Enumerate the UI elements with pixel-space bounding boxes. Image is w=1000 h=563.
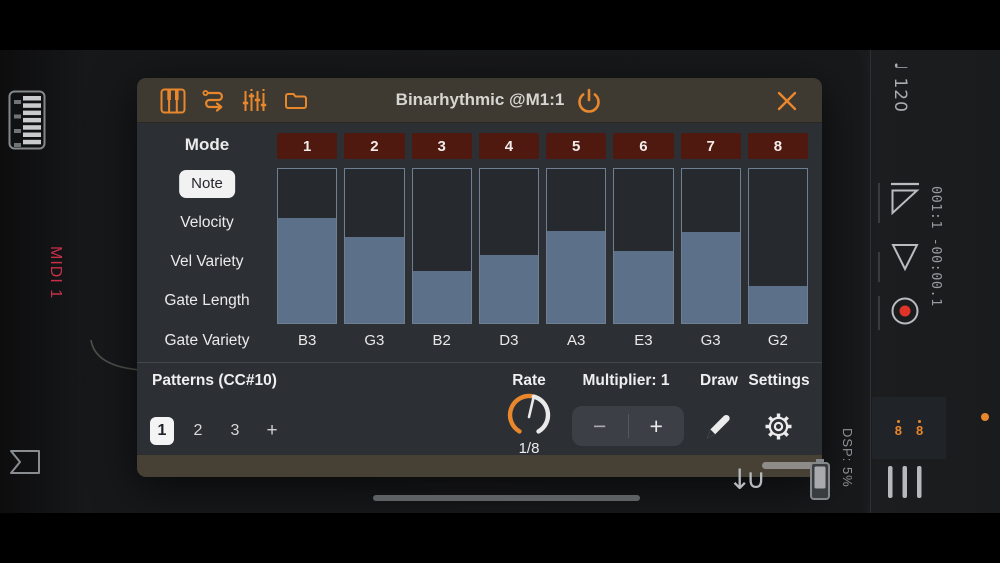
plugin-title: Binarhythmic @M1:1 xyxy=(395,90,565,109)
step-note-label: B2 xyxy=(432,332,451,349)
battery-icon xyxy=(810,459,830,500)
multiplier-minus-button[interactable]: − xyxy=(572,408,628,444)
add-pattern-button[interactable]: + xyxy=(259,417,285,445)
draw-label: Draw xyxy=(700,372,738,389)
header-toolbar xyxy=(159,87,310,115)
mode-slot-button[interactable]: 4 xyxy=(478,133,539,159)
plugin-body: Mode 1 2 3 4 5 6 7 8 Note Velocity Vel V… xyxy=(137,123,822,457)
transport-separator xyxy=(878,252,880,282)
step-column[interactable] xyxy=(613,168,674,324)
channel-bars-icon[interactable] xyxy=(886,465,924,499)
param-tab-velocity[interactable]: Velocity xyxy=(137,212,277,234)
track-flag-icon[interactable] xyxy=(8,448,42,478)
rate-label: Rate xyxy=(512,372,546,389)
step-column[interactable] xyxy=(680,168,741,324)
midi-io-panel[interactable]: 8 8 xyxy=(872,397,946,459)
mode-slot-button[interactable]: 3 xyxy=(411,133,472,159)
device-frame: MIDI 1 Binarhythmic @M1:1 Mode 1 2 3 4 5… xyxy=(0,0,1000,563)
midi-jack-icon: 8 xyxy=(916,419,924,438)
patterns-label: Patterns (CC#10) xyxy=(152,372,277,389)
step-fill xyxy=(479,255,538,323)
step-columns xyxy=(277,168,808,324)
step-fill xyxy=(681,232,740,323)
signal-route-icon[interactable] xyxy=(200,87,228,115)
step-fill xyxy=(278,218,337,323)
plugin-window: Binarhythmic @M1:1 Mode 1 2 3 4 5 6 7 8 … xyxy=(137,78,822,477)
param-tab-gate-length[interactable]: Gate Length xyxy=(137,290,277,312)
mode-slot-button[interactable]: 1 xyxy=(277,133,338,159)
multiplier-plus-button[interactable]: + xyxy=(629,408,685,444)
mode-slot-button[interactable]: 8 xyxy=(747,133,808,159)
keyboard-panel-icon[interactable] xyxy=(8,90,46,150)
patch-cable-arc xyxy=(90,339,141,371)
step-column[interactable] xyxy=(277,168,338,324)
midi-jack-glyph: 8 xyxy=(894,422,902,438)
step-fill xyxy=(748,286,807,323)
step-column[interactable] xyxy=(344,168,405,324)
pattern-button-1[interactable]: 1 xyxy=(150,417,174,445)
close-icon[interactable] xyxy=(774,88,800,114)
param-tab-note-selected[interactable]: Note xyxy=(179,170,235,198)
tempo-display[interactable]: ♩ 120 xyxy=(890,62,910,113)
mode-slot-button[interactable]: 2 xyxy=(344,133,405,159)
mode-label: Mode xyxy=(184,135,230,154)
dsp-load-label: DSP: 5% xyxy=(840,428,855,488)
step-fill xyxy=(614,250,673,323)
step-fill xyxy=(345,236,404,323)
step-fill xyxy=(412,270,471,323)
record-button[interactable] xyxy=(888,294,922,328)
plugin-header: Binarhythmic @M1:1 xyxy=(137,78,822,123)
plugin-footer xyxy=(137,455,822,477)
step-note-labels: B3 G3 B2 D3 A3 E3 G3 G2 xyxy=(277,329,808,353)
sidebar-divider xyxy=(870,50,871,513)
mode-slot-button[interactable]: 7 xyxy=(680,133,741,159)
rate-knob[interactable] xyxy=(506,392,552,438)
tempo-value: 120 xyxy=(890,77,910,113)
midi-jack-icon: 8 xyxy=(894,419,902,438)
magnet-icon[interactable]: ∪ xyxy=(746,464,766,495)
midi-track-label[interactable]: MIDI 1 xyxy=(46,246,64,299)
step-note-label: B3 xyxy=(297,332,317,349)
mode-slot-button[interactable]: 5 xyxy=(546,133,607,159)
param-tab-gate-variety[interactable]: Gate Variety xyxy=(137,330,277,352)
app-screen: MIDI 1 Binarhythmic @M1:1 Mode 1 2 3 4 5… xyxy=(0,50,1000,513)
settings-gear-icon[interactable] xyxy=(761,409,796,444)
pattern-button-2[interactable]: 2 xyxy=(185,417,211,445)
pattern-button-3[interactable]: 3 xyxy=(222,417,248,445)
multiplier-stepper: − + xyxy=(572,406,684,446)
step-note-label: D3 xyxy=(499,332,519,349)
step-fill xyxy=(547,230,606,323)
power-button[interactable] xyxy=(574,86,604,116)
step-note-label: G3 xyxy=(364,332,385,349)
section-divider xyxy=(137,362,822,363)
step-column[interactable] xyxy=(747,168,808,324)
step-column[interactable] xyxy=(478,168,539,324)
play-icon[interactable] xyxy=(890,242,920,272)
folder-icon[interactable] xyxy=(282,87,310,115)
activity-led xyxy=(981,413,989,421)
return-to-start-icon[interactable] xyxy=(888,182,922,218)
horizontal-scrollbar[interactable] xyxy=(373,495,640,501)
mode-slot-button[interactable]: 6 xyxy=(613,133,674,159)
mixer-faders-icon[interactable] xyxy=(241,87,269,115)
multiplier-label: Multiplier: 1 xyxy=(582,372,670,389)
midi-jack-glyph: 8 xyxy=(916,422,924,438)
step-column[interactable] xyxy=(411,168,472,324)
mode-slot-row: 1 2 3 4 5 6 7 8 xyxy=(277,133,808,159)
settings-label: Settings xyxy=(748,372,810,389)
step-column[interactable] xyxy=(546,168,607,324)
step-note-label: A3 xyxy=(566,332,586,349)
piano-icon[interactable] xyxy=(159,87,187,115)
step-note-label: E3 xyxy=(634,332,653,349)
timecode-display: 001:1 -00:00.1 xyxy=(928,186,944,307)
step-note-label: G2 xyxy=(767,332,788,349)
param-tab-vel-variety[interactable]: Vel Variety xyxy=(137,251,277,273)
quarter-note-icon: ♩ xyxy=(890,62,910,72)
step-note-label: G3 xyxy=(700,332,721,349)
transport-separator xyxy=(878,296,880,330)
pattern-selector: 1 2 3 + xyxy=(150,417,285,445)
draw-pencil-icon[interactable] xyxy=(702,411,733,442)
transport-separator xyxy=(878,183,880,223)
